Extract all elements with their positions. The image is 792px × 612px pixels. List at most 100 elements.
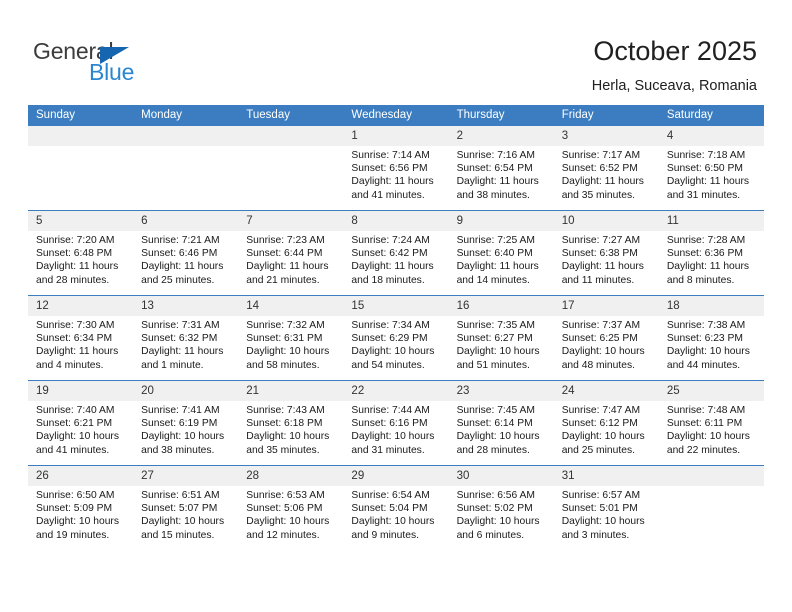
calendar-day-cell[interactable]: 13 Sunrise: 7:31 AM Sunset: 6:32 PM Dayligh… [133,295,239,381]
calendar-day-cell[interactable]: 14 Sunrise: 7:32 AM Sunset: 6:31 PM Dayligh… [238,295,344,381]
calendar-week-row: 26 Sunrise: 6:50 AM Sunset: 5:09 PM Dayligh… [28,465,764,550]
sunset-time: Sunset: 5:02 PM [456,503,533,515]
calendar-day-cell[interactable]: 2 Sunrise: 7:16 AM Sunset: 6:54 PM Daylight… [448,126,554,211]
sunset-time: Sunset: 6:16 PM [351,418,428,430]
day-cell-content: 7 Sunrise: 7:23 AM Sunset: 6:44 PM Daylight… [238,211,344,295]
daylight-duration-line2: and 15 minutes. [141,529,215,541]
daylight-duration-line2: and 35 minutes. [561,189,635,201]
daylight-duration-line2: and 25 minutes. [141,274,215,286]
daylight-duration-line2: and 3 minutes. [561,529,630,541]
calendar-day-cell[interactable]: 1 Sunrise: 7:14 AM Sunset: 6:56 PM Daylight… [343,126,449,211]
day-cell-content: 3 Sunrise: 7:17 AM Sunset: 6:52 PM Daylight… [553,126,659,210]
calendar-week-row: 5 Sunrise: 7:20 AM Sunset: 6:48 PM Daylight… [28,210,764,296]
sunset-time: Sunset: 5:01 PM [561,503,638,515]
sunset-time: Sunset: 6:42 PM [351,248,428,260]
calendar-day-cell[interactable]: 29 Sunrise: 6:54 AM Sunset: 5:04 PM Dayligh… [343,465,449,550]
day-number: 30 [448,466,554,486]
day-number [133,126,239,146]
sunrise-time: Sunrise: 7:34 AM [351,320,430,331]
calendar-day-cell[interactable]: 7 Sunrise: 7:23 AM Sunset: 6:44 PM Daylight… [238,210,344,296]
day-sun-info: Sunrise: 7:23 AM Sunset: 6:44 PM Daylight:… [238,231,343,287]
sunrise-time: Sunrise: 7:48 AM [666,405,746,416]
calendar-day-cell[interactable]: 10 Sunrise: 7:27 AM Sunset: 6:38 PM Dayligh… [553,210,659,296]
day-sun-info: Sunrise: 7:43 AM Sunset: 6:18 PM Daylight:… [238,401,343,457]
calendar-day-cell[interactable]: 30 Sunrise: 6:56 AM Sunset: 5:02 PM Dayligh… [448,465,554,550]
daylight-duration-line2: and 58 minutes. [246,359,320,371]
calendar-day-cell[interactable]: 12 Sunrise: 7:30 AM Sunset: 6:34 PM Dayligh… [28,295,134,381]
day-cell-content: 1 Sunrise: 7:14 AM Sunset: 6:56 PM Daylight… [343,126,449,210]
daylight-duration-line1: Daylight: 11 hours [666,261,750,273]
sunset-time: Sunset: 6:52 PM [561,163,638,175]
calendar-day-cell[interactable]: 20 Sunrise: 7:41 AM Sunset: 6:19 PM Dayligh… [133,380,239,466]
calendar-day-cell[interactable]: 3 Sunrise: 7:17 AM Sunset: 6:52 PM Daylight… [553,126,659,211]
calendar-day-cell[interactable]: 17 Sunrise: 7:37 AM Sunset: 6:25 PM Dayligh… [553,295,659,381]
daylight-duration-line1: Daylight: 10 hours [141,516,225,528]
calendar-day-cell[interactable]: 23 Sunrise: 7:45 AM Sunset: 6:14 PM Dayligh… [448,380,554,466]
daylight-duration-line2: and 22 minutes. [666,444,741,456]
daylight-duration-line1: Daylight: 10 hours [456,346,540,358]
daylight-duration-line2: and 8 minutes. [666,274,735,286]
calendar-day-cell[interactable]: 18 Sunrise: 7:38 AM Sunset: 6:23 PM Dayligh… [658,295,764,381]
day-cell-content: 25 Sunrise: 7:48 AM Sunset: 6:11 PM Dayligh… [658,381,764,465]
sunrise-time: Sunrise: 7:20 AM [36,235,115,246]
calendar-day-cell[interactable]: 28 Sunrise: 6:53 AM Sunset: 5:06 PM Dayligh… [238,465,344,550]
page-header: General Blue October 2025 Herla, Suceava… [0,0,792,105]
general-blue-logo[interactable]: General Blue [33,38,163,86]
daylight-duration-line2: and 1 minute. [141,359,204,371]
calendar-day-cell[interactable]: 21 Sunrise: 7:43 AM Sunset: 6:18 PM Dayligh… [238,380,344,466]
page-title: October 2025 [593,36,757,66]
daylight-duration-line1: Daylight: 11 hours [36,346,119,358]
calendar-day-cell[interactable]: 19 Sunrise: 7:40 AM Sunset: 6:21 PM Dayligh… [28,380,134,466]
calendar-day-cell[interactable]: 4 Sunrise: 7:18 AM Sunset: 6:50 PM Daylight… [658,126,764,211]
day-cell-content [28,126,134,210]
daylight-duration-line2: and 6 minutes. [456,529,525,541]
weekday-header-tuesday: Tuesday [238,105,344,126]
day-sun-info: Sunrise: 7:27 AM Sunset: 6:38 PM Daylight:… [554,231,659,287]
day-cell-content: 2 Sunrise: 7:16 AM Sunset: 6:54 PM Daylight… [448,126,554,210]
day-cell-content: 5 Sunrise: 7:20 AM Sunset: 6:48 PM Daylight… [28,211,134,295]
day-number: 12 [28,296,134,316]
daylight-duration-line2: and 21 minutes. [246,274,320,286]
calendar-day-cell[interactable]: 11 Sunrise: 7:28 AM Sunset: 6:36 PM Dayligh… [658,210,764,296]
calendar-day-cell[interactable]: 26 Sunrise: 6:50 AM Sunset: 5:09 PM Dayligh… [28,465,134,550]
calendar-day-cell[interactable]: 9 Sunrise: 7:25 AM Sunset: 6:40 PM Daylight… [448,210,554,296]
day-number: 31 [553,466,659,486]
calendar-day-cell[interactable]: 27 Sunrise: 6:51 AM Sunset: 5:07 PM Dayligh… [133,465,239,550]
sunrise-time: Sunrise: 6:56 AM [456,490,535,501]
day-sun-info: Sunrise: 7:16 AM Sunset: 6:54 PM Daylight:… [449,146,554,202]
day-cell-content: 9 Sunrise: 7:25 AM Sunset: 6:40 PM Daylight… [448,211,554,295]
daylight-duration-line2: and 38 minutes. [141,444,215,456]
day-number: 9 [448,211,554,231]
calendar-day-cell [238,126,344,211]
sunrise-time: Sunrise: 7:45 AM [456,405,535,416]
daylight-duration-line1: Daylight: 10 hours [36,516,119,528]
calendar-day-cell[interactable]: 6 Sunrise: 7:21 AM Sunset: 6:46 PM Daylight… [133,210,239,296]
calendar-day-cell[interactable]: 8 Sunrise: 7:24 AM Sunset: 6:42 PM Daylight… [343,210,449,296]
calendar-day-cell[interactable]: 25 Sunrise: 7:48 AM Sunset: 6:11 PM Dayligh… [658,380,764,466]
day-cell-content: 21 Sunrise: 7:43 AM Sunset: 6:18 PM Dayligh… [238,381,344,465]
day-number: 3 [553,126,659,146]
sunrise-time: Sunrise: 7:21 AM [141,235,220,246]
daylight-duration-line1: Daylight: 10 hours [141,431,225,443]
daylight-duration-line1: Daylight: 10 hours [561,431,645,443]
calendar-day-cell[interactable]: 16 Sunrise: 7:35 AM Sunset: 6:27 PM Dayligh… [448,295,554,381]
sunrise-time: Sunrise: 6:57 AM [561,490,641,501]
calendar-day-cell[interactable]: 24 Sunrise: 7:47 AM Sunset: 6:12 PM Dayligh… [553,380,659,466]
day-number: 7 [238,211,344,231]
daylight-duration-line1: Daylight: 10 hours [561,516,645,528]
day-cell-content: 19 Sunrise: 7:40 AM Sunset: 6:21 PM Dayligh… [28,381,134,465]
day-number: 29 [343,466,449,486]
day-number: 2 [448,126,554,146]
calendar-day-cell[interactable]: 22 Sunrise: 7:44 AM Sunset: 6:16 PM Dayligh… [343,380,449,466]
sunset-time: Sunset: 6:38 PM [561,248,638,260]
day-cell-content: 28 Sunrise: 6:53 AM Sunset: 5:06 PM Dayligh… [238,466,344,550]
calendar-day-cell[interactable]: 15 Sunrise: 7:34 AM Sunset: 6:29 PM Dayligh… [343,295,449,381]
calendar-day-cell[interactable]: 31 Sunrise: 6:57 AM Sunset: 5:01 PM Dayligh… [553,465,659,550]
daylight-duration-line1: Daylight: 11 hours [141,346,224,358]
sunset-time: Sunset: 6:12 PM [561,418,638,430]
sunset-time: Sunset: 6:36 PM [666,248,743,260]
day-cell-content: 24 Sunrise: 7:47 AM Sunset: 6:12 PM Dayligh… [553,381,659,465]
weekday-header-thursday: Thursday [448,105,554,126]
daylight-duration-line2: and 18 minutes. [351,274,425,286]
calendar-day-cell[interactable]: 5 Sunrise: 7:20 AM Sunset: 6:48 PM Daylight… [28,210,134,296]
